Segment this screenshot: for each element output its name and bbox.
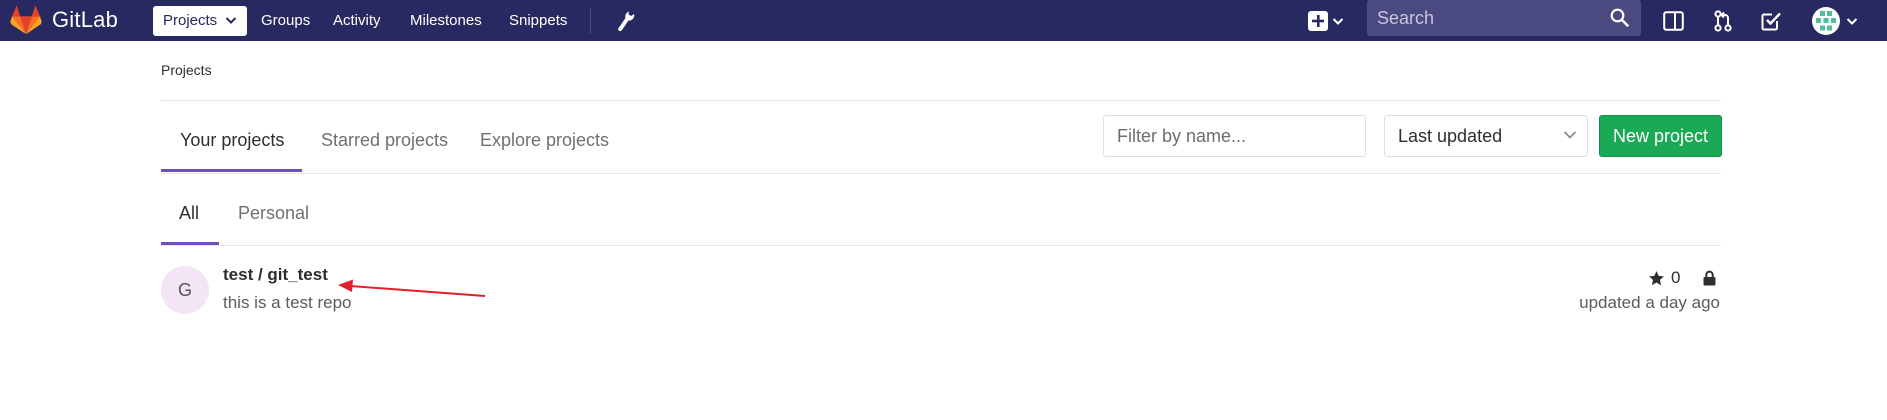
global-search[interactable] [1367,0,1641,36]
active-tab-indicator [161,169,302,172]
todo-check-icon[interactable] [1758,6,1784,36]
nav-milestones[interactable]: Milestones [400,6,492,36]
new-dropdown-button[interactable] [1306,6,1346,36]
nav-snippets[interactable]: Snippets [499,6,577,36]
top-navbar: GitLab Projects Groups Activity Mileston… [0,0,1887,41]
tab-all[interactable]: All [179,203,199,224]
project-description: this is a test repo [223,293,352,312]
new-project-button[interactable]: New project [1599,115,1722,157]
nav-projects-label: Projects [163,12,218,29]
admin-wrench-icon[interactable] [614,6,638,36]
gitlab-logo[interactable]: GitLab [10,2,118,38]
breadcrumb[interactable]: Projects [161,62,212,78]
filter-input[interactable] [1104,116,1365,156]
chevron-down-icon [1846,17,1858,25]
gitlab-tanuki-icon [10,5,42,35]
app-title: GitLab [52,7,119,32]
star-icon [1649,270,1664,285]
search-icon [1610,8,1629,27]
tab-explore-projects[interactable]: Explore projects [480,130,609,151]
chevron-down-icon [1332,17,1344,25]
chevron-down-icon [225,6,237,36]
nav-divider [590,8,591,34]
nav-groups[interactable]: Groups [251,6,320,36]
lock-icon [1703,270,1716,286]
project-name-link[interactable]: test / git_test [223,265,328,285]
divider [161,100,1721,101]
tab-starred-projects[interactable]: Starred projects [321,130,448,151]
chevron-down-icon [1563,131,1577,139]
user-avatar [1812,7,1840,35]
search-input[interactable] [1367,0,1641,36]
user-menu[interactable] [1809,6,1861,36]
divider [161,173,1721,174]
merge-request-icon[interactable] [1710,6,1736,36]
project-updated-time: updated a day ago [1579,293,1720,312]
star-count: 0 [1671,268,1681,287]
sidebar-toggle-icon[interactable] [1660,6,1686,36]
plus-square-icon [1308,11,1328,31]
sort-selected: Last updated [1398,126,1503,146]
nav-activity[interactable]: Activity [323,6,391,36]
filter-by-name[interactable] [1103,115,1366,157]
sort-dropdown[interactable]: Last updated [1384,115,1588,157]
project-stars[interactable]: 0 [1648,268,1680,288]
nav-projects[interactable]: Projects [153,6,248,36]
tab-personal[interactable]: Personal [238,203,309,224]
tab-your-projects[interactable]: Your projects [180,130,284,151]
divider [161,245,1721,246]
project-avatar[interactable]: G [161,266,209,314]
